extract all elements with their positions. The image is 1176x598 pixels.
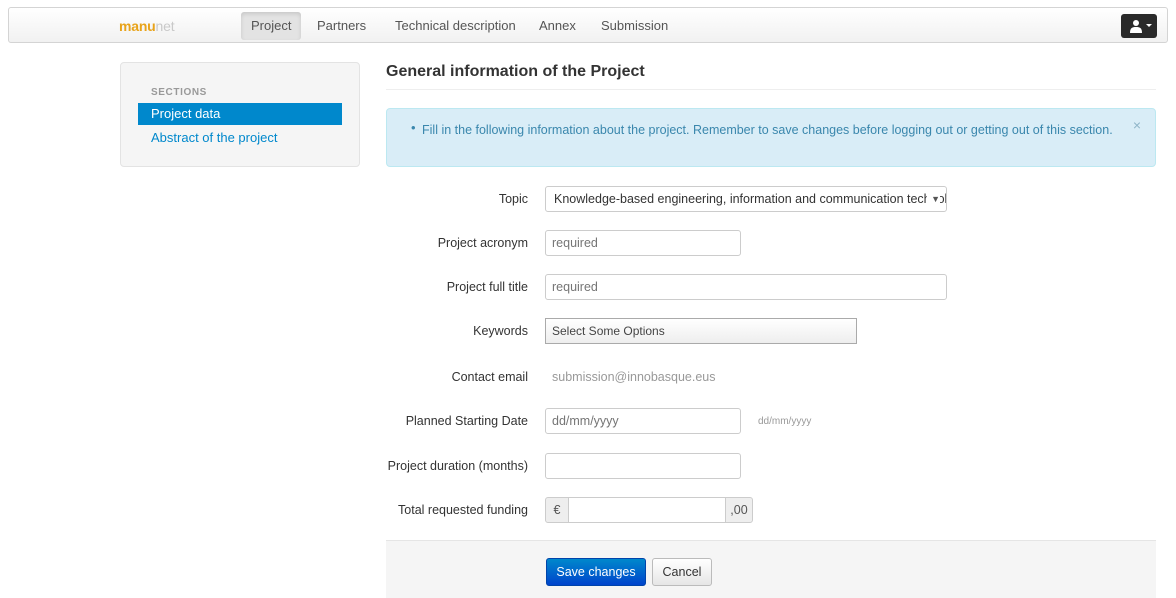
topic-select-value: Knowledge-based engineering, information… bbox=[554, 192, 947, 206]
contact-email-label: Contact email bbox=[451, 370, 528, 384]
keywords-label: Keywords bbox=[473, 324, 528, 338]
nav-item-technical-description[interactable]: Technical description bbox=[385, 12, 526, 40]
dropdown-arrow-icon: ▼ bbox=[927, 187, 940, 211]
full-title-input[interactable] bbox=[545, 274, 947, 300]
alert-bullet: • bbox=[411, 120, 416, 135]
nav-item-submission[interactable]: Submission bbox=[591, 12, 678, 40]
keywords-multiselect[interactable]: Select Some Options bbox=[545, 318, 857, 344]
topic-label: Topic bbox=[498, 192, 528, 206]
full-title-label: Project full title bbox=[446, 280, 528, 294]
duration-label: Project duration (months) bbox=[387, 459, 528, 473]
euro-addon: € bbox=[545, 497, 569, 523]
start-date-input[interactable] bbox=[545, 408, 741, 434]
info-alert: • Fill in the following information abou… bbox=[386, 108, 1156, 167]
duration-input[interactable] bbox=[545, 453, 741, 479]
save-changes-button[interactable]: Save changes bbox=[546, 558, 646, 586]
close-icon[interactable]: × bbox=[1133, 117, 1141, 133]
funding-label: Total requested funding bbox=[398, 503, 528, 517]
page-title: General information of the Project bbox=[386, 63, 645, 80]
funding-input[interactable] bbox=[568, 497, 726, 523]
title-divider bbox=[386, 89, 1156, 90]
cancel-button[interactable]: Cancel bbox=[652, 558, 712, 586]
acronym-input[interactable] bbox=[545, 230, 741, 256]
contact-email-value: submission@innobasque.eus bbox=[552, 370, 716, 384]
top-navbar: manunet Project Partners Technical descr… bbox=[8, 7, 1168, 43]
sections-sidebar: SECTIONS Project data Abstract of the pr… bbox=[120, 62, 360, 167]
topic-select[interactable]: Knowledge-based engineering, information… bbox=[545, 186, 947, 212]
nav-item-annex[interactable]: Annex bbox=[529, 12, 586, 40]
form-actions: Save changes Cancel bbox=[386, 540, 1156, 598]
sidebar-item-project-data[interactable]: Project data bbox=[138, 103, 342, 125]
nav-item-partners[interactable]: Partners bbox=[307, 12, 376, 40]
nav-item-project[interactable]: Project bbox=[241, 12, 302, 40]
sidebar-item-abstract[interactable]: Abstract of the project bbox=[138, 127, 342, 149]
acronym-label: Project acronym bbox=[437, 236, 528, 250]
alert-text: Fill in the following information about … bbox=[422, 123, 1113, 137]
start-date-label: Planned Starting Date bbox=[405, 414, 528, 428]
date-format-hint: dd/mm/yyyy bbox=[758, 416, 812, 427]
user-menu-button[interactable] bbox=[1121, 14, 1157, 38]
sidebar-header: SECTIONS bbox=[151, 87, 207, 98]
user-icon bbox=[1130, 20, 1142, 33]
brand-logo[interactable]: manunet bbox=[119, 18, 175, 34]
caret-down-icon bbox=[1146, 24, 1152, 27]
cents-addon: ,00 bbox=[725, 497, 753, 523]
